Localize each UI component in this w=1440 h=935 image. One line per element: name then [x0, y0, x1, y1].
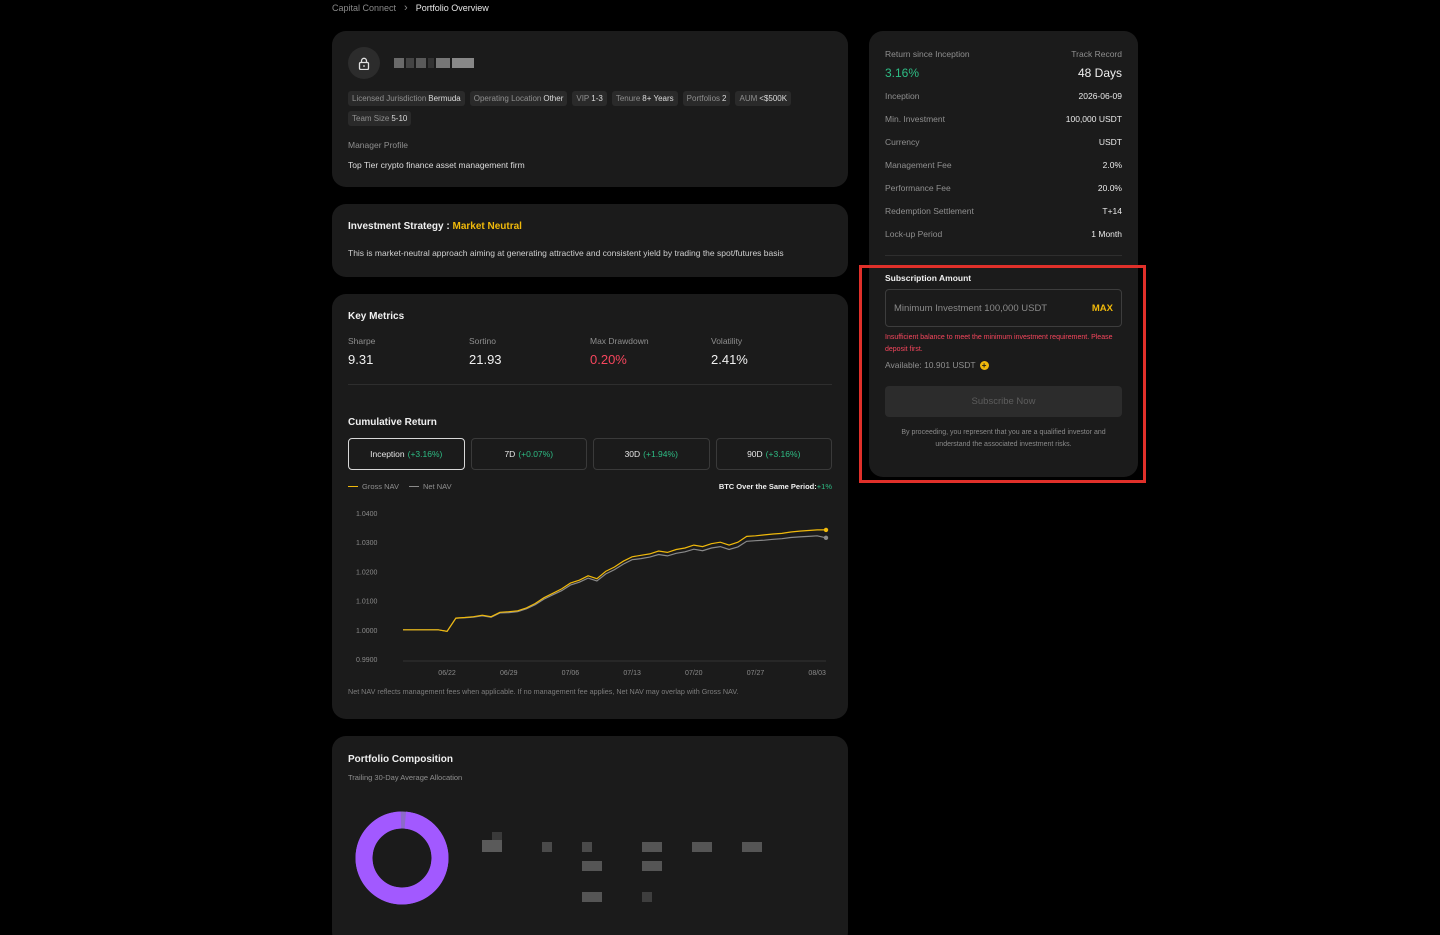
breadcrumb-current: Portfolio Overview — [415, 3, 489, 13]
tag-tenure: Tenure 8+ Years — [611, 91, 678, 106]
breadcrumb-root[interactable]: Capital Connect — [332, 3, 396, 13]
gross-nav-end-point — [823, 527, 829, 533]
subscription-amount-label: Subscription Amount — [885, 273, 972, 283]
composition-title: Portfolio Composition — [348, 754, 453, 765]
term-redemption-settlement: Redemption Settlement T+14 — [885, 205, 1122, 216]
term-min-investment: Min. Investment 100,000 USDT — [885, 113, 1122, 124]
y-tick-label: 1.0400 — [356, 511, 378, 518]
key-metrics-card: Key Metrics Sharpe 9.31 Sortino 21.93 Max … — [332, 294, 848, 719]
period-tab-30d[interactable]: 30D (+1.94%) — [593, 438, 710, 470]
deposit-plus-icon[interactable]: + — [979, 360, 989, 370]
period-tabs: Inception (+3.16%) 7D (+0.07%) 30D (+1.94%)… — [348, 438, 832, 470]
redacted-block — [492, 832, 502, 840]
cumulative-return-title: Cumulative Return — [348, 417, 437, 428]
legend-net-nav: Net NAV — [408, 482, 452, 491]
redacted-block — [582, 861, 602, 871]
cumulative-return-chart: 1.0400 1.0300 1.0200 1.0100 1.0000 0.9900 06/2… — [356, 511, 829, 677]
strategy-description: This is market-neutral approach aiming a… — [348, 248, 784, 258]
metric-max-drawdown: Max Drawdown 0.20% — [590, 336, 649, 367]
term-management-fee: Management Fee 2.0% — [885, 159, 1122, 170]
subscription-amount-input[interactable] — [894, 302, 1084, 314]
strategy-name: Market Neutral — [452, 221, 522, 232]
metric-volatility: Volatility 2.41% — [711, 336, 748, 367]
redacted-block — [482, 840, 502, 852]
summary-header: Return since Inception Track Record — [885, 31, 1122, 59]
fund-terms-list: Inception 2026-06-09 Min. Investment 100,0… — [885, 84, 1122, 245]
investor-disclaimer: By proceeding, you represent that you ar… — [901, 429, 1106, 448]
x-tick-label: 08/03 — [808, 670, 826, 677]
redacted-block — [582, 842, 592, 852]
term-currency: Currency USDT — [885, 136, 1122, 147]
x-tick-label: 06/29 — [500, 670, 518, 677]
x-tick-label: 06/22 — [438, 670, 456, 677]
chart-legend-row: Gross NAV Net NAV BTC Over the Same Peri… — [348, 482, 832, 491]
redacted-block — [642, 892, 652, 902]
redacted-block — [642, 861, 662, 871]
composition-subtitle: Trailing 30-Day Average Allocation — [348, 773, 463, 782]
return-since-inception-label: Return since Inception — [885, 49, 970, 59]
y-tick-label: 1.0000 — [356, 628, 378, 635]
tag-portfolios: Portfolios 2 — [682, 91, 731, 106]
manager-profile-label: Manager Profile — [348, 140, 409, 150]
term-lockup-period: Lock-up Period 1 Month — [885, 228, 1122, 239]
summary-divider — [885, 255, 1122, 256]
summary-values: 3.16% 48 Days — [885, 66, 1122, 80]
allocation-donut-chart — [355, 811, 449, 905]
lock-icon — [348, 47, 380, 79]
period-tab-inception[interactable]: Inception (+3.16%) — [348, 438, 465, 470]
insufficient-balance-error: Insufficient balance to meet the minimum… — [885, 334, 1113, 353]
net-nav-end-point — [823, 535, 829, 541]
gross-nav-line — [403, 529, 826, 632]
redacted-block — [542, 842, 552, 852]
chevron-right-icon: › — [404, 2, 408, 14]
tag-vip: VIP 1-3 — [572, 91, 607, 106]
key-metrics-title: Key Metrics — [348, 311, 405, 322]
breadcrumb: Capital Connect › Portfolio Overview — [332, 2, 489, 14]
x-tick-label: 07/20 — [685, 670, 703, 677]
y-tick-label: 1.0200 — [356, 569, 378, 576]
term-inception: Inception 2026-06-09 — [885, 90, 1122, 101]
subscribe-now-button[interactable]: Subscribe Now — [885, 386, 1122, 417]
chart-legend: Gross NAV Net NAV — [348, 482, 452, 491]
manager-profile-text: Top Tier crypto finance asset management… — [348, 160, 525, 170]
donut-main-slice — [355, 811, 449, 905]
track-record-label: Track Record — [1071, 49, 1122, 59]
term-performance-fee: Performance Fee 20.0% — [885, 182, 1122, 193]
x-tick-label: 07/06 — [562, 670, 580, 677]
return-since-inception-value: 3.16% — [885, 66, 920, 80]
period-tab-7d[interactable]: 7D (+0.07%) — [470, 438, 587, 470]
tag-team-size: Team Size 5-10 — [348, 111, 412, 126]
redacted-block — [742, 842, 762, 852]
manager-tags: Licensed Jurisdiction Bermuda Operating L… — [348, 91, 798, 126]
tag-location: Operating Location Other — [469, 91, 568, 106]
y-tick-label: 1.0300 — [356, 540, 378, 547]
x-tick-label: 07/27 — [747, 670, 765, 677]
portfolio-composition-card: Portfolio Composition Trailing 30-Day Av… — [332, 736, 848, 935]
strategy-title: Investment Strategy : Market Neutral — [348, 221, 522, 232]
y-tick-label: 0.9900 — [356, 657, 378, 664]
btc-comparison: BTC Over the Same Period:+1% — [718, 482, 832, 491]
manager-profile-card: Licensed Jurisdiction Bermuda Operating L… — [332, 31, 848, 187]
tag-aum: AUM <$500K — [735, 91, 792, 106]
manager-name-redacted — [394, 58, 474, 68]
legend-gross-nav: Gross NAV — [348, 482, 399, 491]
x-tick-label: 07/13 — [623, 670, 641, 677]
redacted-block — [692, 842, 712, 852]
y-tick-label: 1.0100 — [356, 599, 378, 606]
redacted-block — [642, 842, 662, 852]
fund-summary-card: Return since Inception Track Record 3.16… — [869, 31, 1138, 477]
chart-note: Net NAV reflects management fees when ap… — [348, 687, 739, 696]
available-balance: Available: 10.901 USDT + — [885, 360, 1122, 370]
tag-jurisdiction: Licensed Jurisdiction Bermuda — [348, 91, 465, 106]
metric-sortino: Sortino 21.93 — [469, 336, 502, 367]
track-record-value: 48 Days — [1077, 66, 1122, 80]
max-button[interactable]: MAX — [1092, 303, 1113, 314]
metrics-row: Sharpe 9.31 Sortino 21.93 Max Drawdown 0.20… — [348, 336, 832, 385]
investment-strategy-card: Investment Strategy : Market Neutral Thi… — [332, 204, 848, 277]
redacted-block — [582, 892, 602, 902]
subscription-amount-field[interactable]: MAX — [885, 289, 1122, 327]
period-tab-90d[interactable]: 90D (+3.16%) — [715, 438, 832, 470]
metric-sharpe: Sharpe 9.31 — [348, 336, 376, 367]
